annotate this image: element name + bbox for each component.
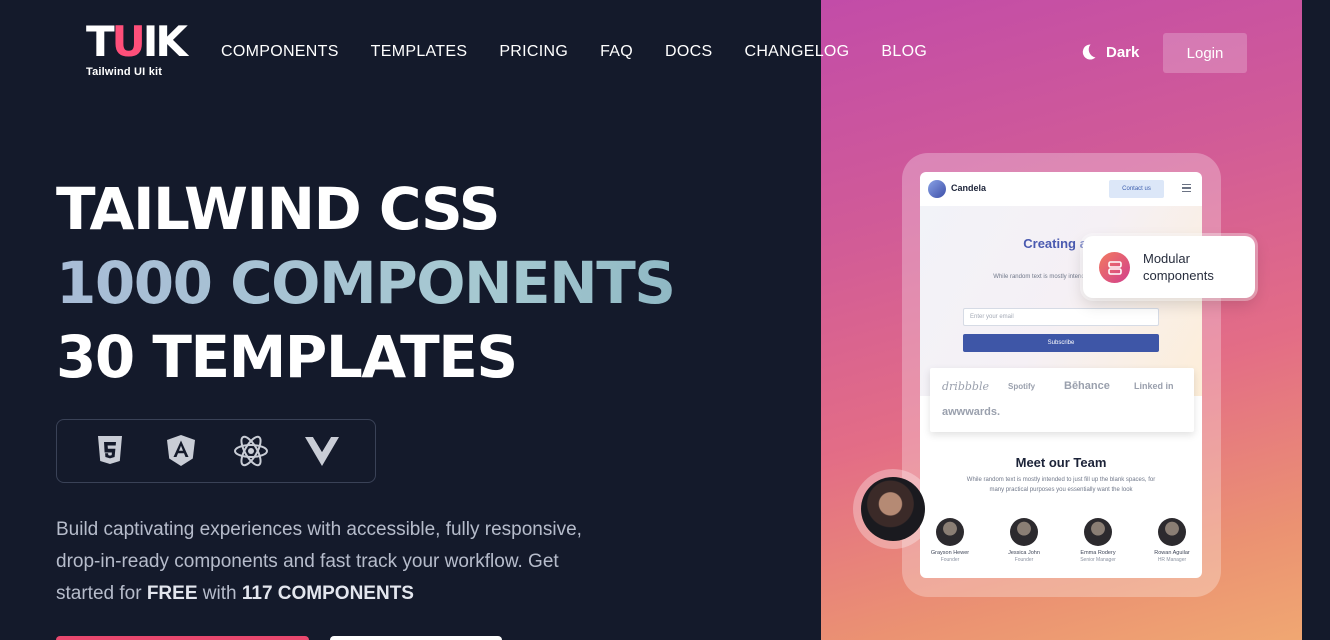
avatar bbox=[1084, 518, 1112, 546]
avatar bbox=[1158, 518, 1186, 546]
spotify-logo: Spotify bbox=[1008, 382, 1036, 391]
nav-pricing[interactable]: PRICING bbox=[499, 43, 568, 61]
nav-components[interactable]: COMPONENTS bbox=[221, 43, 339, 61]
mockup-team-description: While random text is mostly intended to … bbox=[966, 477, 1156, 493]
hamburger-menu-icon bbox=[1182, 184, 1191, 192]
mockup-brand: Candela bbox=[951, 183, 987, 193]
logo-subtitle: Tailwind UI kit bbox=[86, 66, 163, 78]
angular-icon[interactable] bbox=[162, 432, 200, 470]
avatar bbox=[936, 518, 964, 546]
dribbble-logo: dribbble bbox=[942, 380, 989, 393]
hero-title: TAILWIND CSS 1000 COMPONENTS 30 TEMPLATE… bbox=[56, 172, 676, 394]
awwwards-logo: awwwards. bbox=[942, 406, 1001, 418]
nav-faq[interactable]: FAQ bbox=[600, 43, 633, 61]
free-highlight: FREE bbox=[146, 583, 198, 604]
login-button[interactable]: Login bbox=[1163, 33, 1247, 73]
avatar bbox=[1010, 518, 1038, 546]
avatar bbox=[861, 477, 925, 541]
component-count-highlight: 117 COMPONENTS bbox=[241, 583, 414, 604]
behance-logo: Bēhance bbox=[1064, 380, 1110, 392]
feature-label: Modular components bbox=[1143, 251, 1214, 283]
mockup-partner-logos: dribbble Spotify Bēhance Linked in awwwa… bbox=[930, 368, 1194, 432]
member-name: Grayson Hewer bbox=[930, 550, 970, 556]
member-name: Emma Rodery bbox=[1080, 550, 1116, 556]
member-name: Rowan Aguilar bbox=[1154, 550, 1190, 556]
hero-description: Build captivating experiences with acces… bbox=[56, 514, 616, 610]
stack-icon bbox=[1099, 252, 1130, 283]
vue-icon[interactable] bbox=[303, 432, 341, 470]
mockup-contact-button: Contact us bbox=[1109, 180, 1164, 198]
member-role: Founder bbox=[940, 557, 960, 563]
logo-mark: TUIK bbox=[86, 17, 188, 66]
hero-description-mid: with bbox=[197, 583, 242, 604]
nav-templates[interactable]: TEMPLATES bbox=[371, 43, 468, 61]
team-member: Emma Rodery Senior Manager bbox=[1068, 518, 1128, 563]
moon-icon bbox=[1082, 44, 1096, 60]
react-icon[interactable] bbox=[232, 432, 270, 470]
theme-label: Dark bbox=[1106, 43, 1140, 61]
mockup-team-title: Meet our Team bbox=[1015, 455, 1107, 470]
brand-logo[interactable]: TUIK Tailwind UI kit bbox=[86, 17, 188, 84]
linkedin-logo: Linked in bbox=[1134, 381, 1174, 391]
main-nav: COMPONENTS TEMPLATES PRICING FAQ DOCS CH… bbox=[221, 43, 927, 61]
member-role: Senior Manager bbox=[1080, 557, 1116, 563]
team-member: Rowan Aguilar HR Manager bbox=[1142, 518, 1202, 563]
nav-docs[interactable]: DOCS bbox=[665, 43, 712, 61]
modular-components-card: Modular components bbox=[1083, 236, 1255, 298]
mockup-logo-icon bbox=[928, 180, 946, 198]
mockup-email-input: Enter your email bbox=[963, 308, 1159, 326]
nav-blog[interactable]: BLOG bbox=[881, 43, 927, 61]
theme-toggle[interactable]: Dark bbox=[1078, 42, 1139, 62]
html5-icon[interactable] bbox=[91, 432, 129, 470]
mockup-subscribe-button: Subscribe bbox=[963, 334, 1159, 352]
member-role: HR Manager bbox=[1157, 557, 1187, 563]
member-name: Jessica John bbox=[1008, 550, 1040, 556]
hero-title-line2: 1000 COMPONENTS bbox=[56, 246, 676, 320]
framework-selector bbox=[56, 419, 376, 483]
secondary-cta-button[interactable] bbox=[330, 636, 502, 640]
floating-avatar bbox=[853, 469, 933, 549]
team-member: Jessica John Founder bbox=[994, 518, 1054, 563]
hero-title-line1: TAILWIND CSS bbox=[56, 175, 500, 243]
primary-cta-button[interactable] bbox=[56, 636, 309, 640]
nav-changelog[interactable]: CHANGELOG bbox=[744, 43, 849, 61]
hero-title-line3: 30 TEMPLATES bbox=[56, 323, 518, 391]
mockup-screen: Candela Contact us Creating a g workspa … bbox=[920, 172, 1202, 578]
member-role: Founder bbox=[1014, 557, 1034, 563]
